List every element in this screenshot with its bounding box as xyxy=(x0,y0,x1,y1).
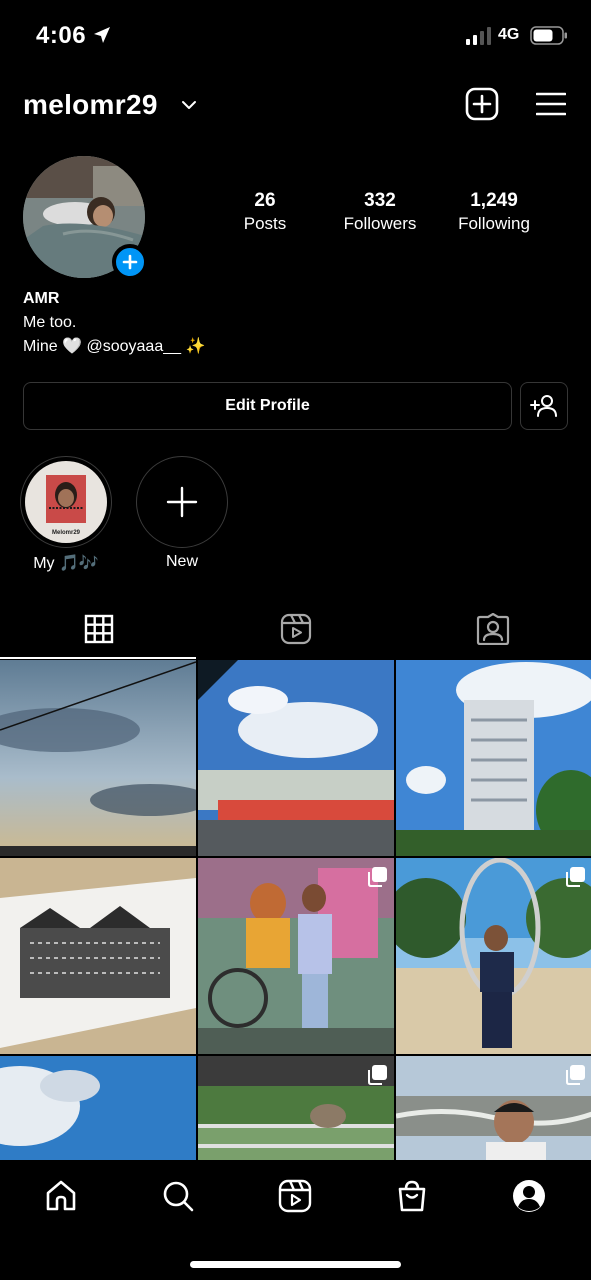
network-type: 4G xyxy=(498,26,520,43)
home-indicator xyxy=(190,1261,401,1268)
battery-icon xyxy=(530,26,567,45)
tagged-icon xyxy=(476,613,509,645)
nav-reels[interactable] xyxy=(277,1178,313,1214)
stat-label: Followers xyxy=(343,214,417,233)
status-time: 4:06 xyxy=(36,22,87,49)
highlight-label: My 🎵🎶 xyxy=(33,555,99,572)
post-tile[interactable] xyxy=(198,660,394,856)
add-person-icon xyxy=(530,395,557,417)
chevron-down-icon[interactable] xyxy=(180,98,198,112)
active-tab-indicator xyxy=(0,657,196,659)
add-post-icon[interactable] xyxy=(465,87,499,121)
profile-avatar[interactable] xyxy=(23,156,148,280)
post-image xyxy=(0,858,196,1054)
shop-icon xyxy=(398,1180,426,1212)
stat-followers[interactable]: 332 Followers xyxy=(330,190,430,234)
status-bar: 4:06 4G xyxy=(0,0,591,70)
stat-value: 1,249 xyxy=(470,190,518,211)
post-image xyxy=(198,660,394,856)
edit-profile-button[interactable]: Edit Profile xyxy=(23,382,512,430)
highlight-cover-text: Melomr29 xyxy=(51,530,80,536)
grid-icon xyxy=(84,614,113,644)
profile-tabs xyxy=(0,600,591,660)
profile-bio: AMR Me too. Mine 🤍 @sooyaaa__ ✨ xyxy=(23,290,205,359)
new-highlight-button[interactable]: New xyxy=(136,456,228,571)
post-image xyxy=(0,1056,196,1160)
post-tile[interactable] xyxy=(198,858,394,1054)
post-image xyxy=(396,660,591,856)
bio-line[interactable]: Mine 🤍 @sooyaaa__ ✨ xyxy=(23,335,205,359)
bio-line: Me too. xyxy=(23,314,77,331)
post-tile[interactable] xyxy=(0,660,196,856)
multiple-photos-icon xyxy=(368,1065,387,1085)
stat-posts[interactable]: 26 Posts xyxy=(225,190,305,234)
post-tile[interactable] xyxy=(198,1056,394,1160)
stat-value: 332 xyxy=(364,190,396,211)
post-image xyxy=(198,858,394,1054)
stat-label: Following xyxy=(458,214,530,233)
tab-tagged[interactable] xyxy=(394,600,591,658)
location-arrow-icon xyxy=(94,27,110,43)
tab-posts[interactable] xyxy=(0,600,197,658)
menu-icon[interactable] xyxy=(536,91,566,117)
reels-icon xyxy=(278,1179,312,1213)
profile-header: melomr29 xyxy=(0,78,591,134)
signal-icon xyxy=(466,27,491,45)
posts-grid xyxy=(0,660,591,1160)
post-image xyxy=(198,1056,394,1160)
profile-stats: 26 Posts 332 Followers 1,249 Following xyxy=(210,190,570,240)
reels-icon xyxy=(280,613,311,645)
multiple-photos-icon xyxy=(368,867,387,887)
home-icon xyxy=(46,1180,76,1211)
nav-profile[interactable] xyxy=(511,1178,547,1214)
post-tile[interactable] xyxy=(396,1056,591,1160)
add-story-button[interactable] xyxy=(112,244,148,280)
discover-people-button[interactable] xyxy=(520,382,568,430)
post-tile[interactable] xyxy=(396,660,591,856)
search-icon xyxy=(163,1181,194,1212)
post-image xyxy=(0,660,196,856)
multiple-photos-icon xyxy=(566,1065,585,1085)
nav-home[interactable] xyxy=(43,1178,79,1214)
post-tile[interactable] xyxy=(0,1056,196,1160)
profile-icon xyxy=(513,1180,545,1212)
post-image xyxy=(396,1056,591,1160)
highlight-ring xyxy=(136,456,228,548)
stat-label: Posts xyxy=(243,214,287,233)
post-tile[interactable] xyxy=(0,858,196,1054)
highlight-my-music[interactable]: Melomr29 My 🎵🎶 xyxy=(20,456,112,573)
post-tile[interactable] xyxy=(396,858,591,1054)
plus-icon xyxy=(122,254,138,270)
nav-search[interactable] xyxy=(160,1178,196,1214)
post-image xyxy=(396,858,591,1054)
username[interactable]: melomr29 xyxy=(23,89,158,121)
stat-value: 26 xyxy=(254,190,276,211)
tab-reels[interactable] xyxy=(197,600,394,658)
stat-following[interactable]: 1,249 Following xyxy=(444,190,544,234)
highlight-label: New xyxy=(165,553,198,570)
plus-icon xyxy=(166,486,198,518)
display-name: AMR xyxy=(23,290,60,307)
nav-shop[interactable] xyxy=(394,1178,430,1214)
multiple-photos-icon xyxy=(566,867,585,887)
